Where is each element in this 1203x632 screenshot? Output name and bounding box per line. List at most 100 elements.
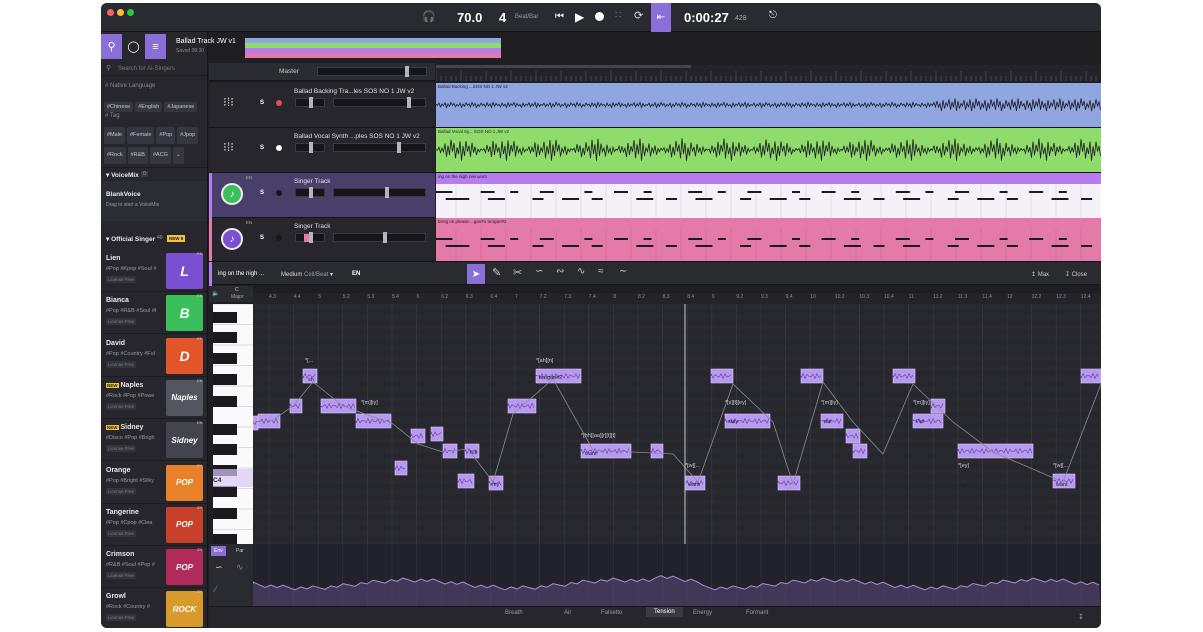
note[interactable] <box>930 398 946 414</box>
black-key[interactable] <box>213 312 237 323</box>
draw-curve-icon[interactable]: ∽ <box>215 562 223 573</box>
solo-button[interactable]: S <box>260 100 264 106</box>
solo-button[interactable]: S <box>260 235 264 241</box>
lyric-label[interactable]: sh <box>308 377 314 383</box>
pitch-erase-icon[interactable]: ∿ <box>577 266 585 277</box>
tab-falsetto[interactable]: Falsetto <box>601 610 622 616</box>
lyric-label[interactable]: I've <box>916 419 924 425</box>
headphones-icon[interactable]: 🎧 <box>422 10 436 23</box>
record-arm-button[interactable] <box>276 145 282 151</box>
search-input[interactable]: Search for AI-Singers <box>118 66 175 72</box>
tempo-display[interactable]: 70.0 <box>457 10 482 25</box>
volume-fader[interactable] <box>333 233 426 242</box>
volume-knob[interactable] <box>383 232 387 243</box>
fader-knob[interactable] <box>309 142 313 153</box>
singer-card[interactable]: NEW Naples #Rock #Pop #Powe License Free Nap… <box>101 377 207 419</box>
tab-energy[interactable]: Energy <box>693 610 712 616</box>
pitch-line-icon[interactable]: ∾ <box>556 266 564 277</box>
singer-avatar[interactable]: Sidney <box>166 422 203 459</box>
max-button[interactable]: ↥ Max <box>1031 271 1049 278</box>
singer-card[interactable]: Growl #Rock #Country # License Free ROCK ZH <box>101 588 207 628</box>
lyric-label[interactable]: nel <box>364 409 371 415</box>
language-chip[interactable]: #Japanese <box>164 102 198 112</box>
piano-keyboard[interactable] <box>213 304 253 544</box>
black-key[interactable] <box>213 508 237 519</box>
line-tool-icon[interactable]: ∕ <box>215 584 217 594</box>
tab-air[interactable]: Air <box>564 610 571 616</box>
close-window-icon[interactable] <box>107 9 114 16</box>
par-tab[interactable]: Par <box>233 546 247 556</box>
piano-roll[interactable]: sh *[... nel *[m][iy] brogan#2 *[ah][n] full my… <box>253 304 1101 544</box>
solo-button[interactable]: S <box>260 145 264 151</box>
singer-card[interactable]: Tangerine #Pop #Cpop #Clea License Free POP… <box>101 504 207 546</box>
black-key[interactable] <box>213 353 237 364</box>
key-selector[interactable]: 🔈 C Major <box>209 286 253 302</box>
record-arm-button[interactable] <box>276 100 282 106</box>
singer-card[interactable]: NEW Sidney #Disco #Pop #Brigh License Free S… <box>101 419 207 462</box>
black-key[interactable] <box>213 444 237 455</box>
smooth-tool-icon[interactable]: ∼ <box>619 266 627 277</box>
track-clip[interactable]: Ballad Vocal Sy... SOS NO 1 JW v2 <box>435 128 1101 173</box>
speaker-icon[interactable]: 🔈 <box>212 290 219 297</box>
overview-minimap[interactable] <box>245 38 501 60</box>
blankvoice-card[interactable]: BlankVoice Drag to start a VoiceMix <box>101 181 207 221</box>
track-header[interactable]: ♪ EN Singer Track S <box>209 218 435 263</box>
record-icon[interactable] <box>595 12 604 21</box>
language-chip[interactable]: #English <box>135 102 163 112</box>
singers-tab-button[interactable]: ⚲ <box>101 34 122 59</box>
singer-avatar[interactable]: ROCK <box>166 591 203 628</box>
singer-avatar[interactable]: POP <box>166 464 203 501</box>
env-tab[interactable]: Env <box>211 546 226 556</box>
singer-avatar[interactable]: B <box>166 295 203 332</box>
volume-fader[interactable] <box>333 143 426 152</box>
note[interactable] <box>394 460 408 476</box>
singer-avatar[interactable]: POP <box>166 506 203 543</box>
tab-formant[interactable]: Formant <box>746 610 768 616</box>
singer-card[interactable]: Crimson #R&B #Soul #Pop # License Free POP Z… <box>101 546 207 589</box>
singer-card[interactable]: Bianca #Pop #R&B #Soul #I License Free B EN <box>101 292 207 335</box>
black-key[interactable] <box>213 486 237 497</box>
tag-chip[interactable]: #Jpop <box>177 127 199 144</box>
track-clip[interactable]: Ballad Backing ...SOS NO 1 JW v2 <box>435 83 1101 128</box>
select-tool-button[interactable]: ➤ <box>467 264 485 284</box>
singer-card[interactable]: Lien #Pop #Kpop #Soul # License Free L EN <box>101 250 207 292</box>
fader-knob[interactable] <box>309 97 313 108</box>
lyric-label[interactable]: want <box>687 482 700 488</box>
record-arm-button[interactable] <box>276 235 282 241</box>
lyric-label[interactable]: want <box>1055 482 1068 488</box>
editor-ruler[interactable]: 4.3 4.4 5 5.2 5.3 5.4 6 6.2 6.3 6.4 7 7.2 7.3 7.4 8 8.2… <box>253 293 1101 304</box>
zoom-window-icon[interactable] <box>127 9 134 16</box>
track-header[interactable]: ♪ EN Singer Track S <box>209 173 435 218</box>
tag-chip[interactable]: #Rock <box>104 147 126 164</box>
solo-button[interactable]: S <box>260 190 264 196</box>
note[interactable] <box>957 443 1034 459</box>
track-header[interactable]: ⁝⁞⁝ Ballad Vocal Synth ...ples SOS NO 1 J… <box>209 128 435 173</box>
singer-avatar[interactable]: POP <box>166 549 203 586</box>
official-singer-header[interactable]: ▾ Official Singer 40 NEW 8 <box>101 232 207 244</box>
note[interactable] <box>650 443 664 459</box>
erase-curve-icon[interactable]: ∿ <box>236 562 244 573</box>
tab-breath[interactable]: Breath <box>505 610 523 616</box>
skip-back-icon[interactable]: ⏮ <box>555 11 564 22</box>
singer-track-avatar[interactable]: ♪ <box>221 228 243 250</box>
track-header[interactable]: ⁝⁞⁝ Ballad Backing Tra...les SOS NO 1 JW … <box>209 83 435 128</box>
singer-avatar[interactable]: Naples <box>166 379 203 416</box>
black-key[interactable] <box>213 396 237 407</box>
lyric-label[interactable]: brogan#2 <box>539 375 562 381</box>
note[interactable] <box>430 426 444 442</box>
track-clip[interactable]: ing on the nigh cee wont <box>436 173 1101 218</box>
volume-fader[interactable] <box>333 188 426 197</box>
singer-card[interactable]: Orange #Pop #Bright #Silky License Free POP… <box>101 462 207 504</box>
singer-avatar[interactable]: D <box>166 337 203 374</box>
pencil-tool-icon[interactable]: ✎ <box>492 266 501 279</box>
follow-playhead-button[interactable]: ⇤ <box>651 3 671 32</box>
lyric-label[interactable]: stay <box>728 419 738 425</box>
language-chip[interactable]: #Chinese <box>104 102 134 112</box>
project-title[interactable]: Ballad Track JW v1 <box>176 38 236 45</box>
master-fader-knob[interactable] <box>405 66 409 77</box>
vibrato-tool-icon[interactable]: ≈ <box>598 266 604 277</box>
lyric-label[interactable]: full <box>470 450 477 456</box>
search-box[interactable]: ⚲ Search for AI-Singers <box>101 62 207 76</box>
lyric-label[interactable]: my <box>492 482 500 488</box>
settings-tab-button[interactable]: ≡ <box>145 34 166 59</box>
